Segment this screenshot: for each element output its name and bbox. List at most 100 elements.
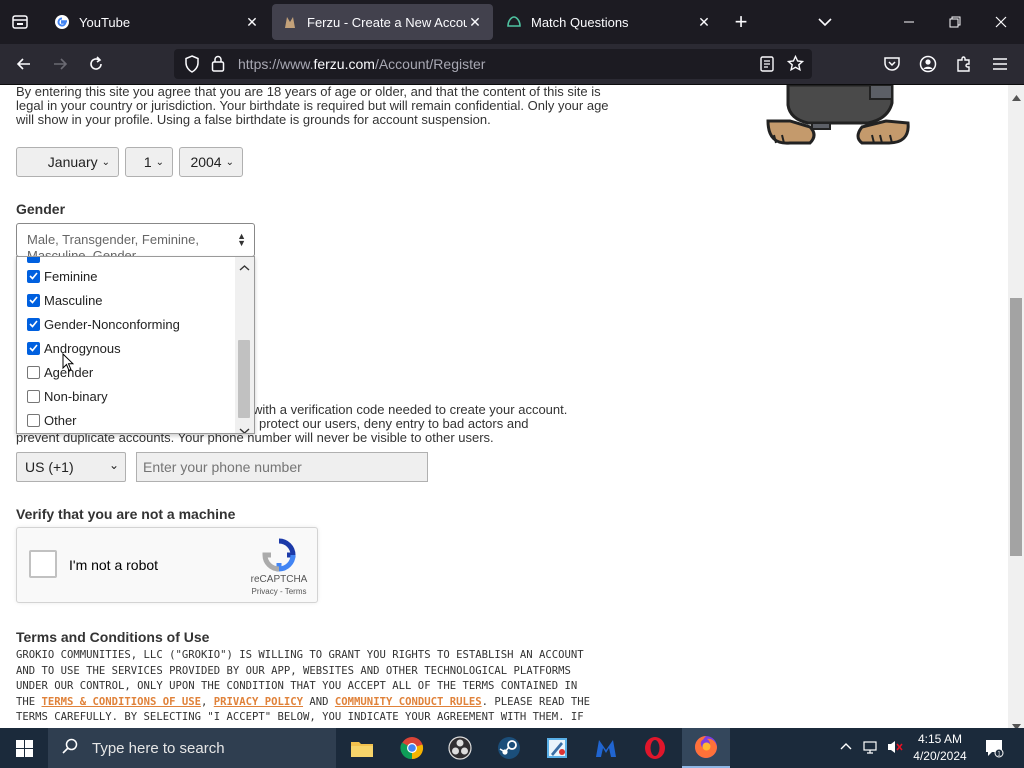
pocket-icon (884, 57, 900, 71)
birth-month-select[interactable]: January ⌄ (16, 147, 119, 177)
url-prefix: https://www. (238, 56, 314, 72)
windows-logo-icon (15, 739, 33, 757)
back-button[interactable] (8, 48, 40, 80)
notification-icon: 1 (986, 740, 1004, 758)
pocket-button[interactable] (876, 48, 908, 80)
url-text[interactable]: https://www.ferzu.com/Account/Register (238, 56, 485, 72)
puzzle-icon (957, 56, 970, 72)
phone-country-select[interactable]: US (+1) ⌄ (16, 452, 126, 482)
file-explorer-app[interactable] (338, 728, 386, 768)
community-conduct-rules-link[interactable]: COMMUNITY CONDUCT RULES (335, 696, 482, 708)
firefox-icon (695, 736, 717, 758)
obs-icon (448, 736, 472, 760)
account-button[interactable] (912, 48, 944, 80)
plus-icon: + (734, 9, 748, 34)
ferzu-icon (282, 14, 298, 30)
scroll-down-icon[interactable] (239, 422, 250, 433)
birth-year-value: 2004 (190, 154, 222, 170)
windows-taskbar: Type here to search 4:15 AM 4/20/2024 1 (0, 728, 1024, 768)
taskbar-search-box[interactable]: Type here to search (48, 728, 336, 768)
birth-day-select[interactable]: 1 ⌄ (125, 147, 173, 177)
birth-day-value: 1 (143, 154, 152, 170)
page-content: By entering this site you agree that you… (0, 85, 1008, 728)
phone-number-input[interactable] (136, 452, 428, 482)
start-button[interactable] (0, 728, 48, 768)
forward-button[interactable] (44, 48, 76, 80)
tab-label: Match Questions (531, 14, 629, 30)
recaptcha-brand: reCAPTCHA (250, 574, 308, 585)
reload-icon (90, 56, 102, 70)
minimize-icon (904, 21, 914, 23)
tab-match-questions[interactable]: Match Questions ✕ (496, 4, 722, 40)
arrow-left-icon (16, 58, 30, 70)
scroll-up-icon[interactable] (1012, 88, 1021, 106)
url-path: /Account/Register (374, 56, 486, 72)
steam-app[interactable] (485, 728, 533, 768)
notifications-button[interactable]: 1 (984, 738, 1004, 761)
reader-view-icon[interactable] (760, 56, 774, 77)
bookmark-star-icon[interactable] (786, 54, 805, 77)
hamburger-menu-icon (993, 58, 1007, 70)
tab-youtube[interactable]: YouTube ✕ (44, 4, 270, 40)
folder-icon (351, 742, 373, 757)
page-scroll-thumb[interactable] (1010, 298, 1022, 556)
recaptcha-widget: I'm not a robot reCAPTCHA Privacy - Term… (16, 527, 318, 603)
restore-button[interactable] (932, 0, 978, 44)
recaptcha-links[interactable]: Privacy - Terms (243, 587, 315, 596)
privacy-policy-link[interactable]: PRIVACY POLICY (214, 696, 303, 708)
menu-button[interactable] (984, 48, 1016, 80)
minimize-button[interactable] (886, 0, 932, 44)
url-bar[interactable]: https://www.ferzu.com/Account/Register (174, 49, 812, 79)
terms-link[interactable]: TERMS & CONDITIONS OF USE (42, 696, 201, 708)
new-tab-button[interactable]: + (718, 0, 764, 44)
gender-multiselect[interactable]: Male, Transgender, Feminine, Masculine, … (16, 223, 255, 257)
scroll-up-icon[interactable] (239, 259, 250, 277)
google-icon (54, 14, 70, 30)
recaptcha-checkbox[interactable] (29, 550, 57, 578)
updown-arrows-icon: ▲ ▼ (237, 231, 246, 248)
close-tab-icon[interactable]: ✕ (696, 14, 712, 30)
chevron-down-icon: ⌄ (225, 156, 234, 168)
close-tab-icon[interactable]: ✕ (467, 14, 483, 30)
dropdown-scroll-thumb[interactable] (238, 340, 250, 418)
birth-year-select[interactable]: 2004 ⌄ (179, 147, 243, 177)
paint-app[interactable] (533, 728, 581, 768)
close-tab-icon[interactable]: ✕ (244, 14, 260, 30)
obs-app[interactable] (436, 728, 484, 768)
terms-text: GROKIO COMMUNITIES, LLC ("GROKIO") IS WI… (16, 648, 596, 728)
age-disclaimer-text: By entering this site you agree that you… (16, 85, 609, 127)
lock-icon[interactable] (211, 55, 225, 77)
chevron-down-icon: ⌄ (108, 458, 119, 472)
volume-muted-icon[interactable] (886, 739, 904, 758)
network-icon[interactable] (862, 739, 878, 758)
shield-icon[interactable] (184, 55, 200, 78)
url-host: ferzu.com (313, 56, 375, 72)
navigation-toolbar: https://www.ferzu.com/Account/Register (0, 44, 1024, 85)
tab-label: YouTube (79, 14, 131, 30)
show-hidden-icons-button[interactable] (840, 738, 852, 753)
chrome-app[interactable] (388, 728, 436, 768)
search-placeholder: Type here to search (92, 739, 225, 757)
tab-ferzu[interactable]: Ferzu - Create a New Account ✕ (272, 4, 493, 40)
opera-app[interactable] (631, 728, 679, 768)
clock-time: 4:15 AM (917, 732, 963, 746)
gender-label: Gender (16, 201, 66, 217)
verify-label: Verify that you are not a machine (16, 506, 236, 522)
extensions-button[interactable] (948, 48, 980, 80)
malwarebytes-app[interactable] (582, 728, 630, 768)
phone-country-value: US (+1) (25, 459, 74, 475)
firefox-view-button[interactable] (0, 0, 40, 44)
dropdown-scrollbar[interactable] (235, 257, 254, 433)
birth-month-value: January (47, 154, 98, 170)
taskbar-clock[interactable]: 4:15 AM 4/20/2024 (908, 731, 972, 765)
list-all-tabs-button[interactable] (802, 0, 848, 44)
chrome-icon (400, 737, 424, 760)
reload-button[interactable] (80, 48, 112, 80)
close-window-button[interactable] (978, 0, 1024, 44)
paint-icon (547, 738, 567, 758)
recaptcha-label: I'm not a robot (69, 557, 159, 573)
firefox-app[interactable] (682, 728, 730, 768)
arrow-right-icon (54, 58, 68, 70)
chevron-down-icon: ⌄ (155, 156, 164, 168)
clock-date: 4/20/2024 (913, 749, 967, 763)
